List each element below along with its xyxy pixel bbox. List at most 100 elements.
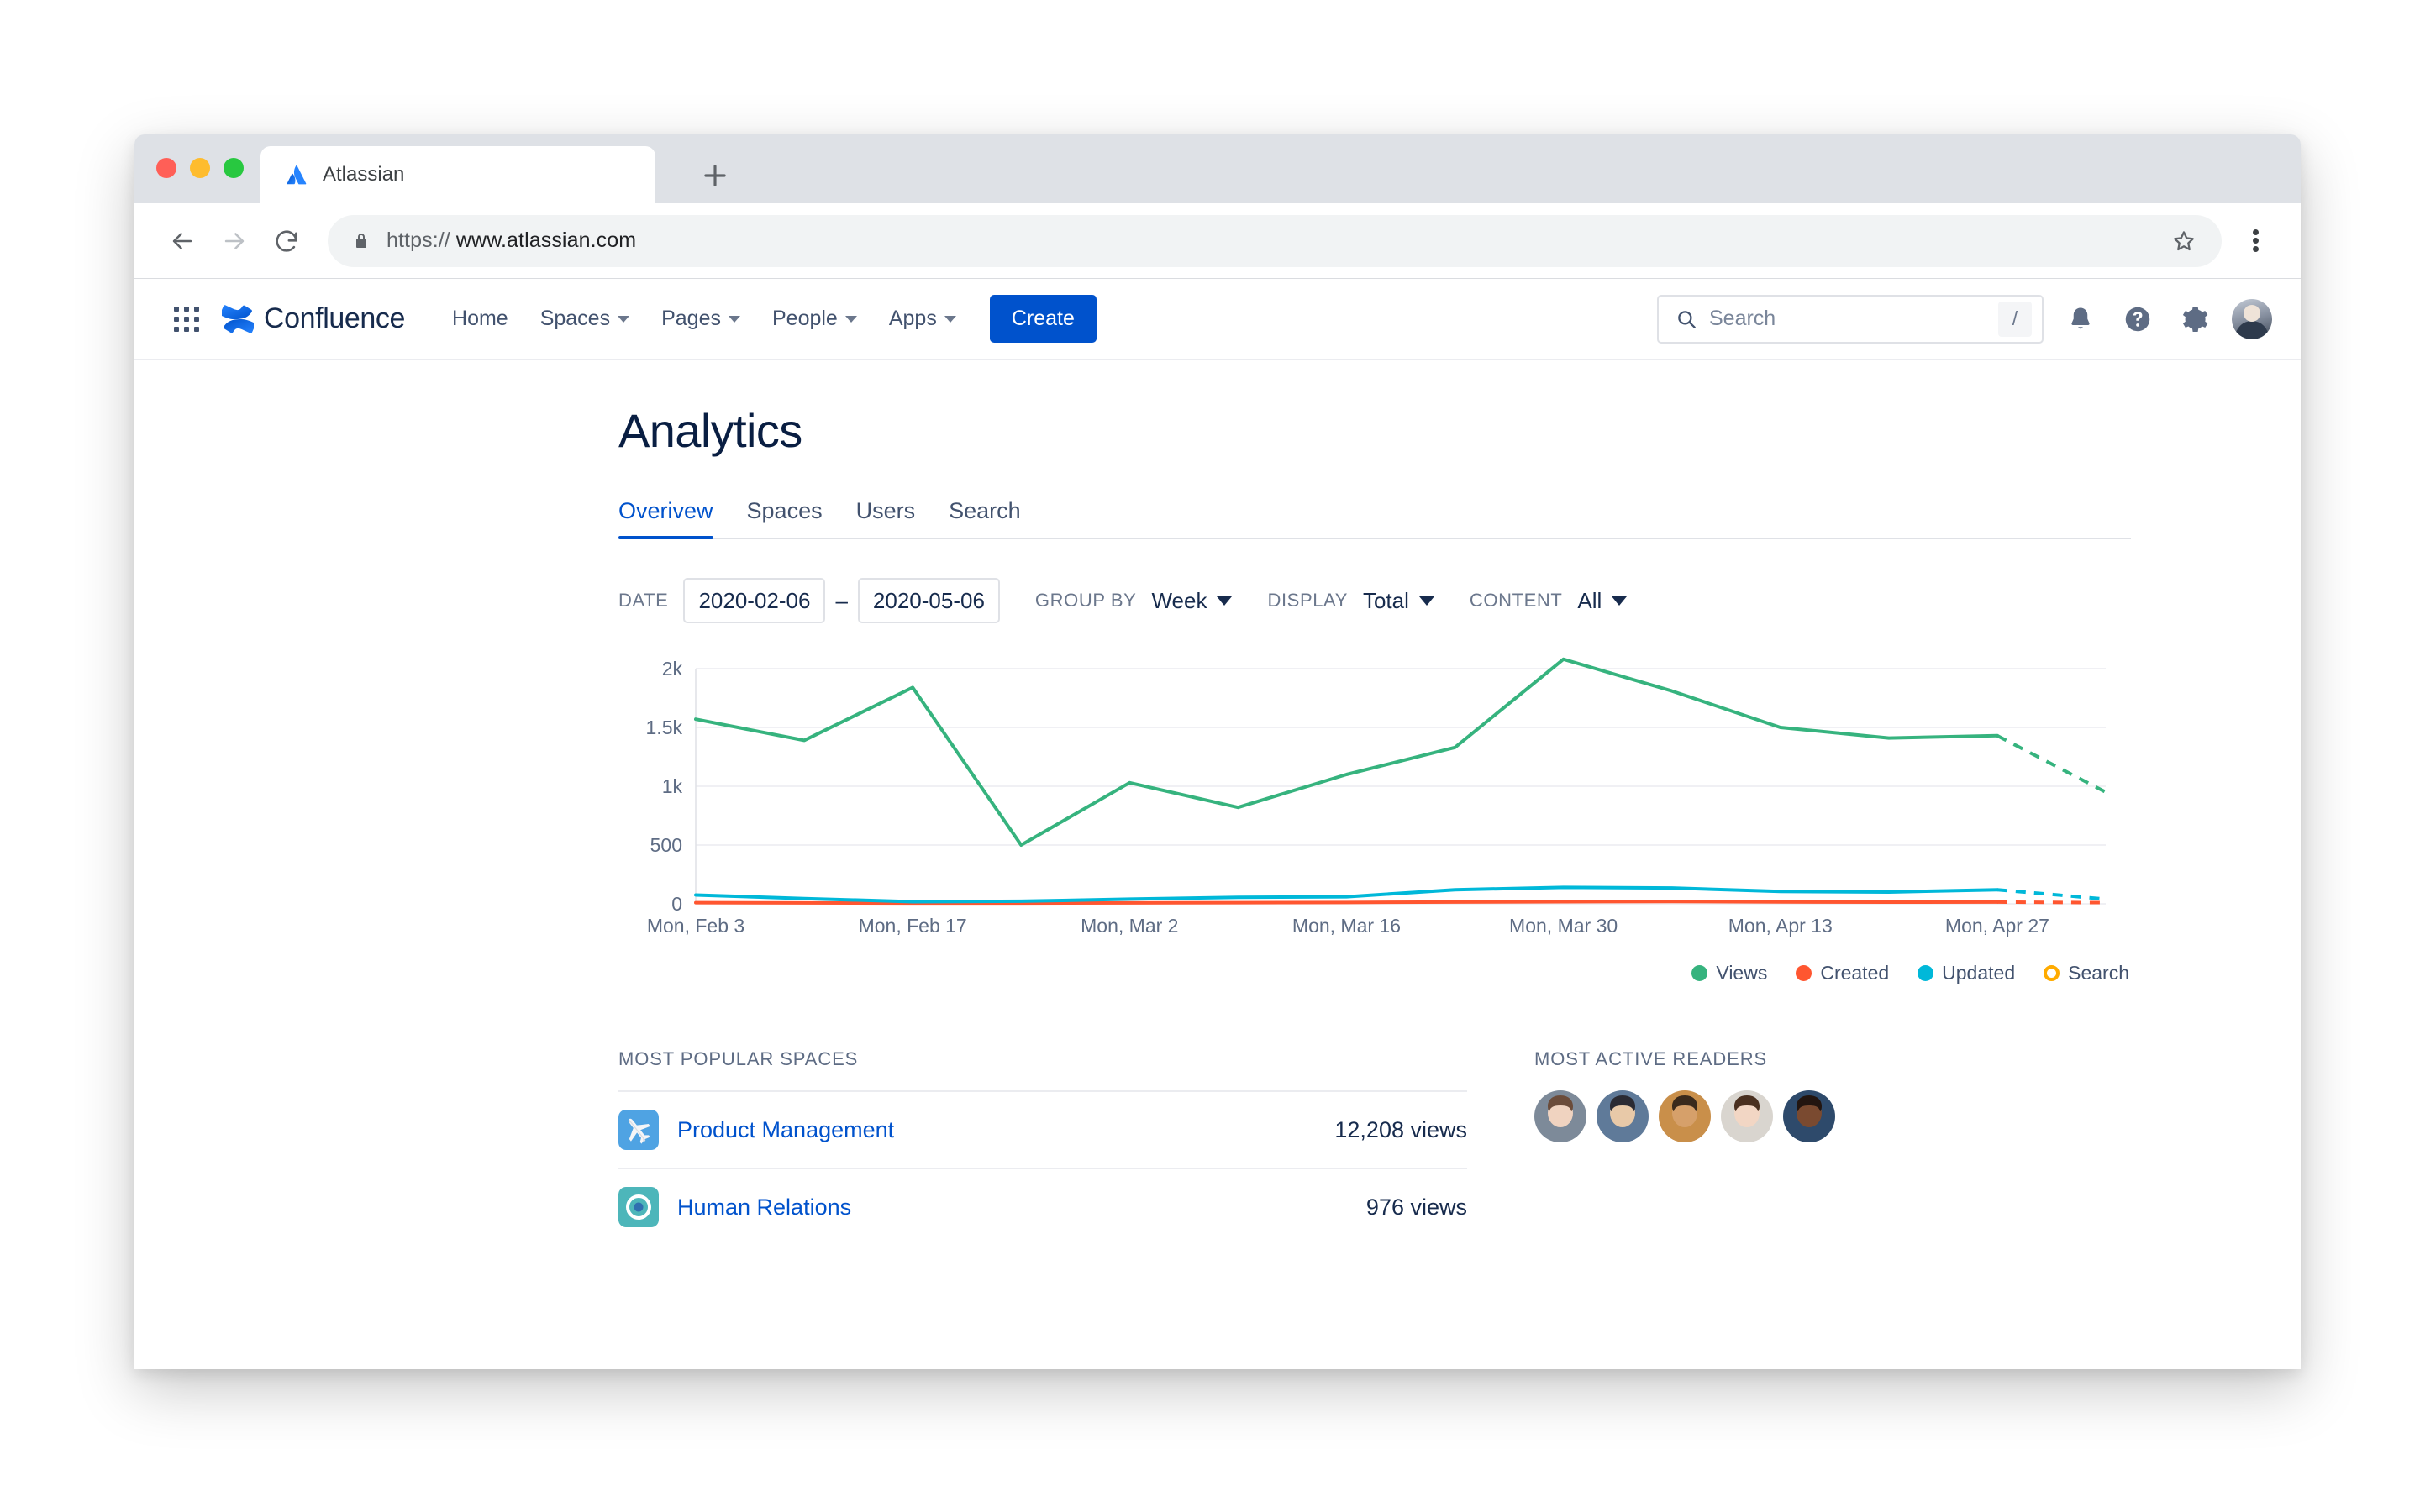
nav-item-label: People <box>771 307 838 330</box>
legend-label: Search <box>2068 962 2129 984</box>
date-from-input[interactable]: 2020-02-06 <box>683 578 826 623</box>
search-placeholder: Search <box>1709 307 1776 330</box>
minimize-window-button[interactable] <box>190 158 210 178</box>
tab-users[interactable]: Users <box>856 498 916 538</box>
chevron-down-icon <box>1418 596 1434 606</box>
date-to-input[interactable]: 2020-05-06 <box>857 578 1000 623</box>
browser-tab-title: Atlassian <box>323 163 405 186</box>
nav-item-people[interactable]: People <box>759 297 871 341</box>
date-filter-label: DATE <box>618 590 669 611</box>
space-name[interactable]: Product Management <box>677 1117 894 1143</box>
browser-toolbar: https:// www.atlassian.com <box>134 203 2301 279</box>
reader-avatar-5[interactable] <box>1783 1090 1835 1142</box>
content-label: CONTENT <box>1469 590 1563 611</box>
legend-swatch-icon <box>1691 965 1708 981</box>
question-circle-icon[interactable] <box>2118 299 2158 339</box>
space-row[interactable]: Human Relations 976 views <box>618 1168 1467 1245</box>
browser-window: Atlassian https:// www.atlassian.com Con… <box>134 134 2301 1369</box>
tab-label: Users <box>855 498 916 523</box>
reload-icon[interactable] <box>260 215 313 267</box>
url-host: www.atlassian.com <box>455 228 637 252</box>
browser-tab[interactable]: Atlassian <box>260 146 655 203</box>
content-value: All <box>1577 587 1602 613</box>
confluence-top-nav: Confluence Home Spaces Pages People Apps <box>134 279 2301 360</box>
svg-text:500: 500 <box>650 834 682 856</box>
content-dropdown[interactable]: All <box>1577 587 1628 614</box>
chevron-down-icon <box>728 315 740 323</box>
nav-right-group: Search / <box>1657 294 2272 344</box>
nav-item-label: Apps <box>888 307 937 330</box>
line-chart-svg: 0 500 1k 1.5k 2k Mon, Feb 3 Mon, Feb 17 Mon, Ma… <box>646 657 2107 937</box>
bottom-panels: MOST POPULAR SPACES Product Management 1… <box>618 1048 2131 1245</box>
search-icon <box>1676 308 1697 330</box>
legend-item-views[interactable]: Views <box>1691 962 1767 984</box>
nav-item-apps[interactable]: Apps <box>876 297 970 341</box>
nav-item-label: Spaces <box>539 307 611 330</box>
legend-label: Created <box>1820 962 1890 984</box>
date-range-dash: – <box>835 587 848 613</box>
group-by-label: GROUP BY <box>1034 590 1137 611</box>
bell-icon[interactable] <box>2060 299 2101 339</box>
nav-item-pages[interactable]: Pages <box>648 297 754 341</box>
nav-item-home[interactable]: Home <box>439 297 522 341</box>
reader-avatar-3[interactable] <box>1659 1090 1711 1142</box>
address-bar-url: https:// www.atlassian.com <box>387 228 636 253</box>
nav-menu: Home Spaces Pages People Apps Create <box>439 295 1097 343</box>
legend-swatch-icon <box>1918 965 1934 981</box>
svg-text:Mon, Mar 2: Mon, Mar 2 <box>1081 915 1178 937</box>
svg-text:Mon, Feb 3: Mon, Feb 3 <box>647 915 744 937</box>
tab-label: Overivew <box>618 498 713 523</box>
search-shortcut-key: / <box>1998 301 2032 337</box>
confluence-logo[interactable]: Confluence <box>222 302 405 335</box>
legend-item-updated[interactable]: Updated <box>1918 962 2015 984</box>
star-icon[interactable] <box>2171 228 2196 254</box>
create-button[interactable]: Create <box>989 295 1097 343</box>
svg-text:1.5k: 1.5k <box>646 717 683 738</box>
chevron-down-icon <box>1612 596 1628 606</box>
chevron-down-icon <box>1217 596 1233 606</box>
space-row[interactable]: Product Management 12,208 views <box>618 1090 1467 1168</box>
display-value: Total <box>1362 587 1409 613</box>
space-views: 12,208 views <box>1334 1116 1467 1142</box>
svg-text:0: 0 <box>671 893 682 915</box>
most-active-readers-panel: MOST ACTIVE READERS <box>1534 1048 2123 1245</box>
nav-item-spaces[interactable]: Spaces <box>527 297 643 341</box>
display-label: DISPLAY <box>1267 590 1348 611</box>
tab-search[interactable]: Search <box>949 498 1021 538</box>
svg-text:1k: 1k <box>662 775 683 797</box>
most-popular-spaces-panel: MOST POPULAR SPACES Product Management 1… <box>618 1048 1467 1245</box>
gear-icon[interactable] <box>2175 299 2215 339</box>
user-avatar[interactable] <box>2232 298 2272 339</box>
app-switcher-grid-icon[interactable] <box>163 296 210 343</box>
svg-text:Mon, Apr 27: Mon, Apr 27 <box>1945 915 2049 937</box>
group-by-value: Week <box>1151 587 1207 613</box>
legend-item-search[interactable]: Search <box>2044 962 2129 984</box>
legend-label: Views <box>1716 962 1768 984</box>
svg-text:Mon, Mar 16: Mon, Mar 16 <box>1292 915 1401 937</box>
nav-item-label: Pages <box>661 307 721 330</box>
new-tab-button[interactable] <box>699 160 731 192</box>
address-bar[interactable]: https:// www.atlassian.com <box>328 214 2222 267</box>
legend-item-created[interactable]: Created <box>1796 962 1889 984</box>
tab-spaces[interactable]: Spaces <box>747 498 823 538</box>
reader-avatar-4[interactable] <box>1721 1090 1773 1142</box>
group-by-dropdown[interactable]: Week <box>1151 587 1233 614</box>
brand-name: Confluence <box>264 302 406 334</box>
svg-text:Mon, Mar 30: Mon, Mar 30 <box>1509 915 1618 937</box>
kebab-menu-icon[interactable] <box>2232 218 2279 265</box>
search-input[interactable]: Search / <box>1657 294 2044 344</box>
reader-avatar-1[interactable] <box>1534 1090 1586 1142</box>
tab-label: Search <box>949 498 1021 523</box>
back-arrow-icon[interactable] <box>156 215 208 267</box>
display-dropdown[interactable]: Total <box>1363 588 1434 614</box>
analytics-tabs: Overivew Spaces Users Search <box>618 498 2131 539</box>
close-window-button[interactable] <box>156 158 176 178</box>
popular-spaces-heading: MOST POPULAR SPACES <box>618 1048 859 1069</box>
maximize-window-button[interactable] <box>224 158 244 178</box>
space-name[interactable]: Human Relations <box>677 1194 851 1221</box>
reader-avatar-2[interactable] <box>1597 1090 1649 1142</box>
reader-avatar-list <box>1534 1090 2123 1142</box>
tab-overview[interactable]: Overivew <box>618 498 713 539</box>
nav-item-label: Home <box>452 307 508 330</box>
tab-label: Spaces <box>746 498 823 523</box>
